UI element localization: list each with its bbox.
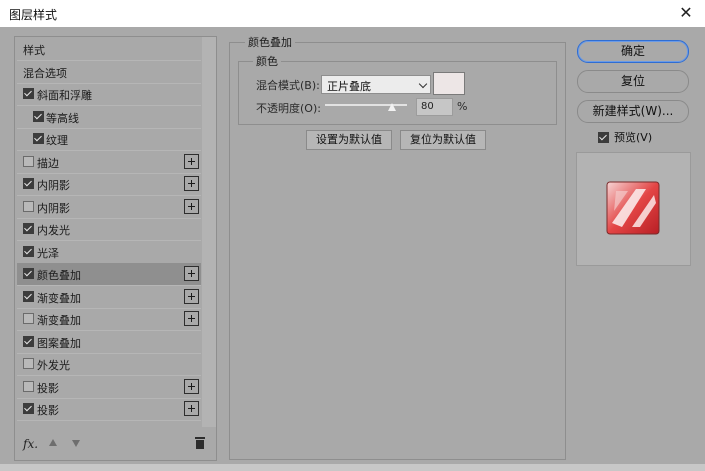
add-effect-icon[interactable]: [184, 176, 199, 191]
fx-menu-icon[interactable]: fx.: [23, 437, 38, 451]
style-item[interactable]: 描边: [17, 151, 201, 174]
style-preview: [576, 152, 691, 266]
style-item[interactable]: 内阴影: [17, 173, 201, 196]
style-item-checkbox[interactable]: [23, 223, 34, 234]
ok-button[interactable]: 确定: [577, 40, 689, 63]
style-item-checkbox[interactable]: [23, 313, 34, 324]
color-overlay-title: 颜色叠加: [245, 34, 295, 50]
style-item-checkbox[interactable]: [33, 111, 44, 122]
overlay-color-swatch[interactable]: [433, 72, 465, 95]
style-item[interactable]: 光泽: [17, 241, 201, 264]
styles-list-scrollbar[interactable]: [202, 37, 216, 427]
style-item-checkbox[interactable]: [23, 268, 34, 279]
reset-default-button[interactable]: 复位为默认值: [400, 130, 486, 150]
opacity-value: 80: [421, 101, 434, 112]
blend-mode-value: 正片叠底: [327, 80, 371, 93]
style-item-label: 描边: [37, 157, 59, 170]
blend-mode-select[interactable]: 正片叠底: [321, 75, 431, 94]
opacity-unit: %: [457, 100, 468, 113]
add-effect-icon[interactable]: [184, 266, 199, 281]
style-item[interactable]: 投影: [17, 398, 201, 421]
style-item-label: 斜面和浮雕: [37, 89, 92, 102]
style-item[interactable]: 混合选项: [17, 61, 201, 84]
move-down-icon[interactable]: [72, 440, 80, 447]
chevron-down-icon: [418, 79, 428, 89]
add-effect-icon[interactable]: [184, 199, 199, 214]
style-preview-thumbnail: [606, 181, 660, 235]
style-item-label: 光泽: [37, 247, 59, 260]
move-up-icon[interactable]: [49, 439, 57, 446]
blend-mode-label: 混合模式(B):: [256, 79, 320, 92]
style-item[interactable]: 纹理: [17, 128, 201, 151]
opacity-label: 不透明度(O):: [256, 102, 321, 115]
title-bar: 图层样式 ✕: [0, 0, 705, 27]
add-effect-icon[interactable]: [184, 379, 199, 394]
style-item-label: 样式: [23, 44, 45, 57]
bottom-edge: [0, 464, 705, 471]
style-item[interactable]: 渐变叠加: [17, 286, 201, 309]
trash-icon[interactable]: [195, 437, 205, 449]
window-title: 图层样式: [9, 8, 58, 22]
color-subgroup-title: 颜色: [253, 53, 281, 69]
style-item-label: 等高线: [46, 112, 79, 125]
style-item[interactable]: 渐变叠加: [17, 308, 201, 331]
reset-button[interactable]: 复位: [577, 70, 689, 93]
style-item-label: 颜色叠加: [37, 269, 81, 282]
style-item-checkbox[interactable]: [23, 291, 34, 302]
style-item-label: 图案叠加: [37, 337, 81, 350]
style-item[interactable]: 外发光: [17, 353, 201, 376]
style-item-label: 内阴影: [37, 179, 70, 192]
style-item-checkbox[interactable]: [23, 336, 34, 347]
style-item-checkbox[interactable]: [23, 246, 34, 257]
style-item-label: 渐变叠加: [37, 292, 81, 305]
style-item-checkbox[interactable]: [23, 88, 34, 99]
style-item[interactable]: 内阴影: [17, 196, 201, 219]
style-item[interactable]: 投影: [17, 376, 201, 399]
opacity-slider-thumb[interactable]: [388, 103, 396, 111]
style-item-checkbox[interactable]: [23, 381, 34, 392]
styles-list-footer: fx.: [15, 429, 216, 460]
preview-checkbox[interactable]: [598, 132, 609, 143]
set-default-button[interactable]: 设置为默认值: [306, 130, 392, 150]
style-item-label: 内阴影: [37, 202, 70, 215]
add-effect-icon[interactable]: [184, 311, 199, 326]
style-item[interactable]: 图案叠加: [17, 331, 201, 354]
add-effect-icon[interactable]: [184, 401, 199, 416]
style-item[interactable]: 等高线: [17, 106, 201, 129]
style-item-checkbox[interactable]: [23, 201, 34, 212]
style-item[interactable]: 内发光: [17, 218, 201, 241]
style-item-label: 渐变叠加: [37, 314, 81, 327]
style-item[interactable]: 颜色叠加: [17, 263, 201, 286]
style-item[interactable]: 样式: [17, 38, 201, 61]
style-item[interactable]: 斜面和浮雕: [17, 83, 201, 106]
style-item-label: 内发光: [37, 224, 70, 237]
style-item-label: 外发光: [37, 359, 70, 372]
opacity-input[interactable]: 80: [416, 98, 453, 116]
close-icon[interactable]: ✕: [676, 3, 696, 23]
style-item-label: 混合选项: [23, 67, 67, 80]
style-item-label: 纹理: [46, 134, 68, 147]
style-item-checkbox[interactable]: [23, 156, 34, 167]
new-style-button[interactable]: 新建样式(W)...: [577, 100, 689, 123]
style-item-label: 投影: [37, 382, 59, 395]
styles-list-panel: 样式 混合选项 斜面和浮雕 等高线 纹理 描边 内阴影 内阴影 内发光 光泽 颜色叠加 渐变叠加 渐变叠…: [14, 36, 217, 461]
style-item-checkbox[interactable]: [23, 358, 34, 369]
style-item-checkbox[interactable]: [33, 133, 44, 144]
add-effect-icon[interactable]: [184, 154, 199, 169]
style-item-checkbox[interactable]: [23, 403, 34, 414]
style-item-checkbox[interactable]: [23, 178, 34, 189]
preview-label: 预览(V): [614, 131, 653, 144]
add-effect-icon[interactable]: [184, 289, 199, 304]
style-item-label: 投影: [37, 404, 59, 417]
